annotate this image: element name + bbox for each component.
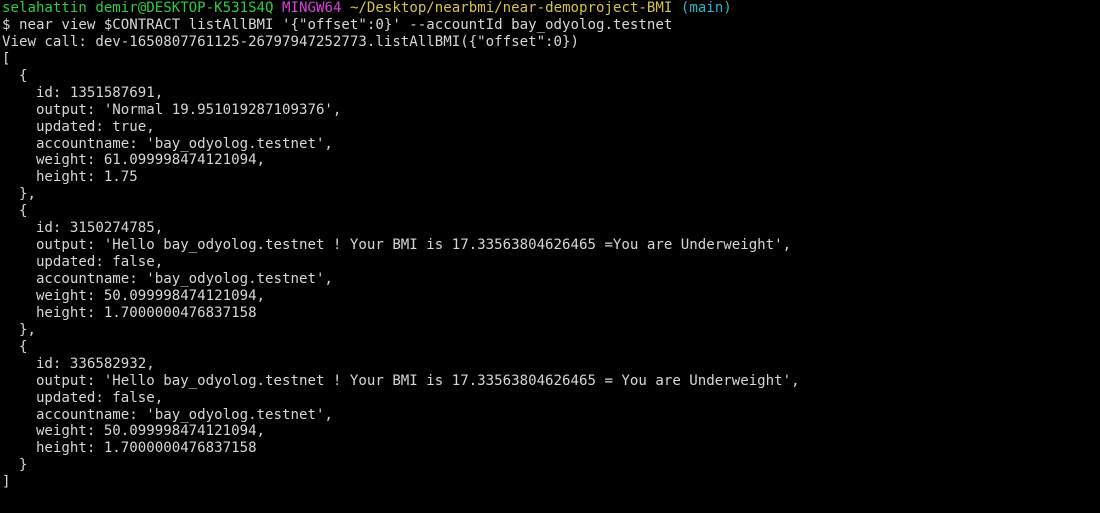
output-line: output: 'Hello bay_odyolog.testnet ! You… <box>2 237 792 254</box>
prompt-branch: (main) <box>680 0 732 16</box>
output-line: height: 1.7000000476837158 <box>2 304 257 321</box>
output-line: output: 'Hello bay_odyolog.testnet ! You… <box>2 372 800 389</box>
output-line: weight: 50.099998474121094, <box>2 423 266 440</box>
output-line: { <box>2 67 28 84</box>
output-line: updated: false, <box>2 389 164 406</box>
output-line: accountname: 'bay_odyolog.testnet', <box>2 271 333 287</box>
prompt-cwd: ~/Desktop/nearbmi/near-demoproject-BMI <box>349 0 673 16</box>
prompt-line: selahattin demir@DESKTOP-K531S4Q MINGW64… <box>2 0 1100 17</box>
output-line: output: 'Normal 19.951019287109376', <box>2 101 342 118</box>
output-line: height: 1.7000000476837158 <box>2 440 257 457</box>
command-line: $ near view $CONTRACT listAllBMI '{"offs… <box>2 16 673 33</box>
output-line: weight: 61.099998474121094, <box>2 152 266 169</box>
output-line: }, <box>2 321 36 338</box>
output-line: id: 3150274785, <box>2 220 164 237</box>
output-line: updated: false, <box>2 254 164 271</box>
output-line: } <box>2 457 28 474</box>
output-line: [ <box>2 50 11 67</box>
terminal-window[interactable]: selahattin demir@DESKTOP-K531S4Q MINGW64… <box>0 0 1100 513</box>
prompt-shell: MINGW64 <box>282 0 342 16</box>
output-line: { <box>2 338 28 355</box>
output-line: { <box>2 203 28 220</box>
output-line: accountname: 'bay_odyolog.testnet', <box>2 135 333 152</box>
command-output: View call: dev-1650807761125-26797947252… <box>2 34 1100 491</box>
output-line: ] <box>2 474 11 491</box>
output-line: height: 1.75 <box>2 169 138 186</box>
output-line: accountname: 'bay_odyolog.testnet', <box>2 406 333 423</box>
prompt-user-host: selahattin demir@DESKTOP-K531S4Q <box>2 0 274 16</box>
output-line: View call: dev-1650807761125-26797947252… <box>2 33 579 50</box>
output-line: updated: true, <box>2 118 155 135</box>
output-line: }, <box>2 186 36 203</box>
output-line: id: 336582932, <box>2 355 155 372</box>
output-line: id: 1351587691, <box>2 84 164 101</box>
output-line: weight: 50.099998474121094, <box>2 287 266 304</box>
